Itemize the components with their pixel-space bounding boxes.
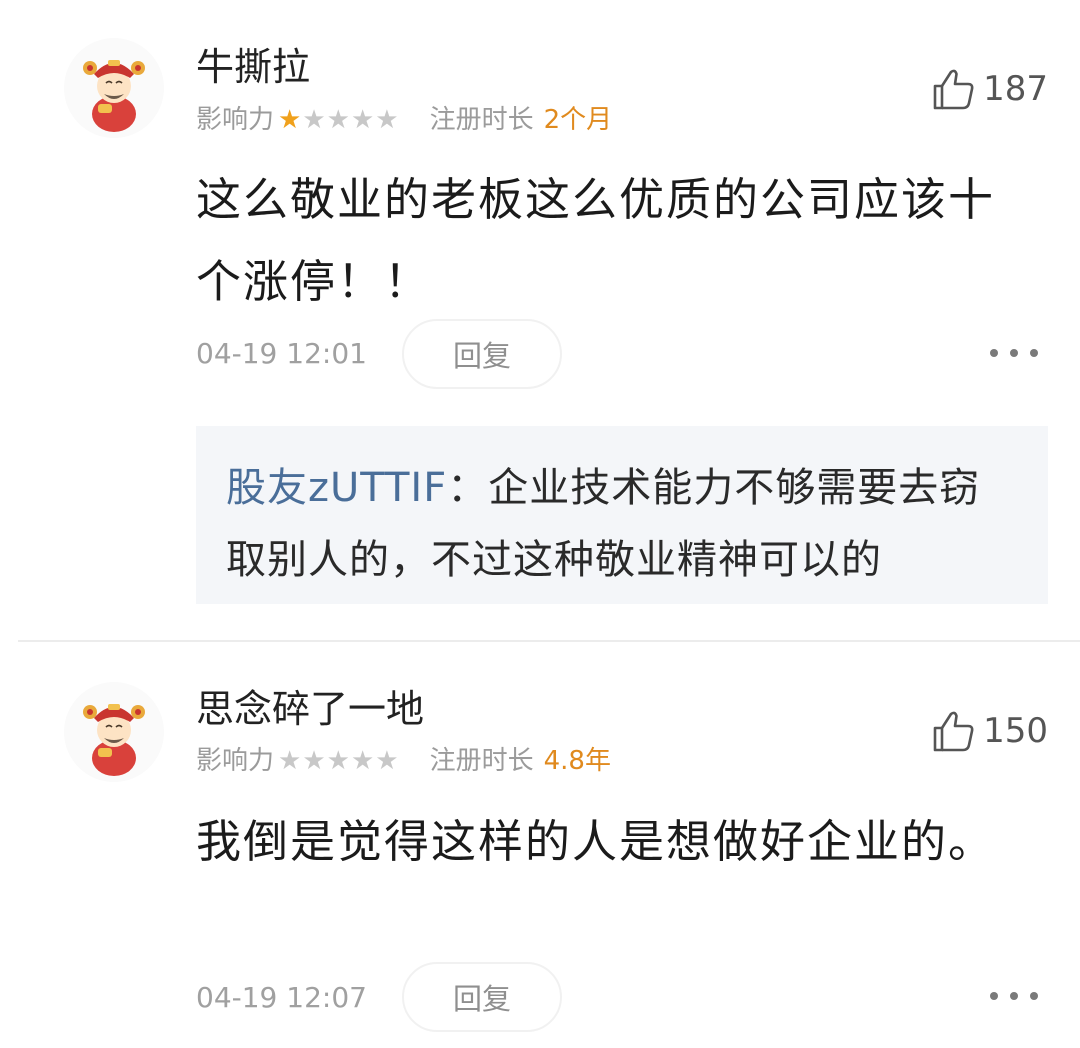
like-count: 187 [983,69,1048,109]
comment-content: 这么敬业的老板这么优质的公司应该十个涨停！！ [196,173,996,308]
reply-button[interactable]: 回复 [402,962,562,1032]
god-of-wealth-avatar-icon [64,682,164,782]
reply-username[interactable]: 股友zUTTIF [226,465,447,511]
user-meta: 影响力 ★★★★★ 注册时长 2个月 [196,107,612,133]
star-icon: ★ [350,746,376,776]
star-icon: ★ [326,105,351,135]
avatar[interactable] [64,38,164,138]
comment-item: 牛撕拉 影响力 ★★★★★ 注册时长 2个月 187 这么敬业的老板这么优质的公司应该… [0,0,1080,640]
registration-label: 注册时长 [429,105,534,135]
god-of-wealth-avatar-icon [64,38,164,138]
like-button[interactable]: 187 [929,64,1048,114]
registration-value: 2个月 [543,105,613,135]
thumbs-up-icon [933,711,974,752]
like-button[interactable]: 150 [929,706,1048,756]
registration-label: 注册时长 [429,746,534,776]
influence-stars: ★★★★★ [278,746,400,776]
user-meta: 影响力 ★★★★★ 注册时长 4.8年 [196,748,611,774]
comment-list: 牛撕拉 影响力 ★★★★★ 注册时长 2个月 187 这么敬业的老板这么优质的公司应该… [0,0,1080,1048]
influence-label: 影响力 [196,746,275,776]
comment-content: 我倒是觉得这样的人是想做好企业的。 [196,815,996,868]
reply-button[interactable]: 回复 [402,319,562,389]
star-icon: ★ [326,746,351,776]
comment-timestamp: 04-19 12:07 [196,981,367,1014]
more-dots-icon[interactable] [990,343,1038,363]
star-icon: ★ [375,746,400,776]
comment-item: 思念碎了一地 影响力 ★★★★★ 注册时长 4.8年 150 我倒是觉得这样的人是想做… [0,642,1080,1048]
influence-stars: ★★★★★ [278,105,400,135]
reply-separator: ： [447,465,489,511]
star-icon: ★ [278,746,303,776]
comment-timestamp: 04-19 12:01 [196,337,367,370]
username[interactable]: 牛撕拉 [196,48,310,86]
influence-label: 影响力 [196,105,275,135]
star-icon: ★ [302,105,327,135]
registration-value: 4.8年 [543,746,611,776]
username[interactable]: 思念碎了一地 [196,690,424,728]
star-icon: ★ [278,105,303,135]
avatar[interactable] [64,682,164,782]
star-icon: ★ [302,746,327,776]
thumbs-up-icon [933,69,974,110]
reply-preview[interactable]: 股友zUTTIF：企业技术能力不够需要去窃取别人的，不过这种敬业精神可以的 [196,426,1048,604]
star-icon: ★ [375,105,400,135]
more-dots-icon[interactable] [990,986,1038,1006]
like-count: 150 [983,711,1048,751]
star-icon: ★ [350,105,376,135]
